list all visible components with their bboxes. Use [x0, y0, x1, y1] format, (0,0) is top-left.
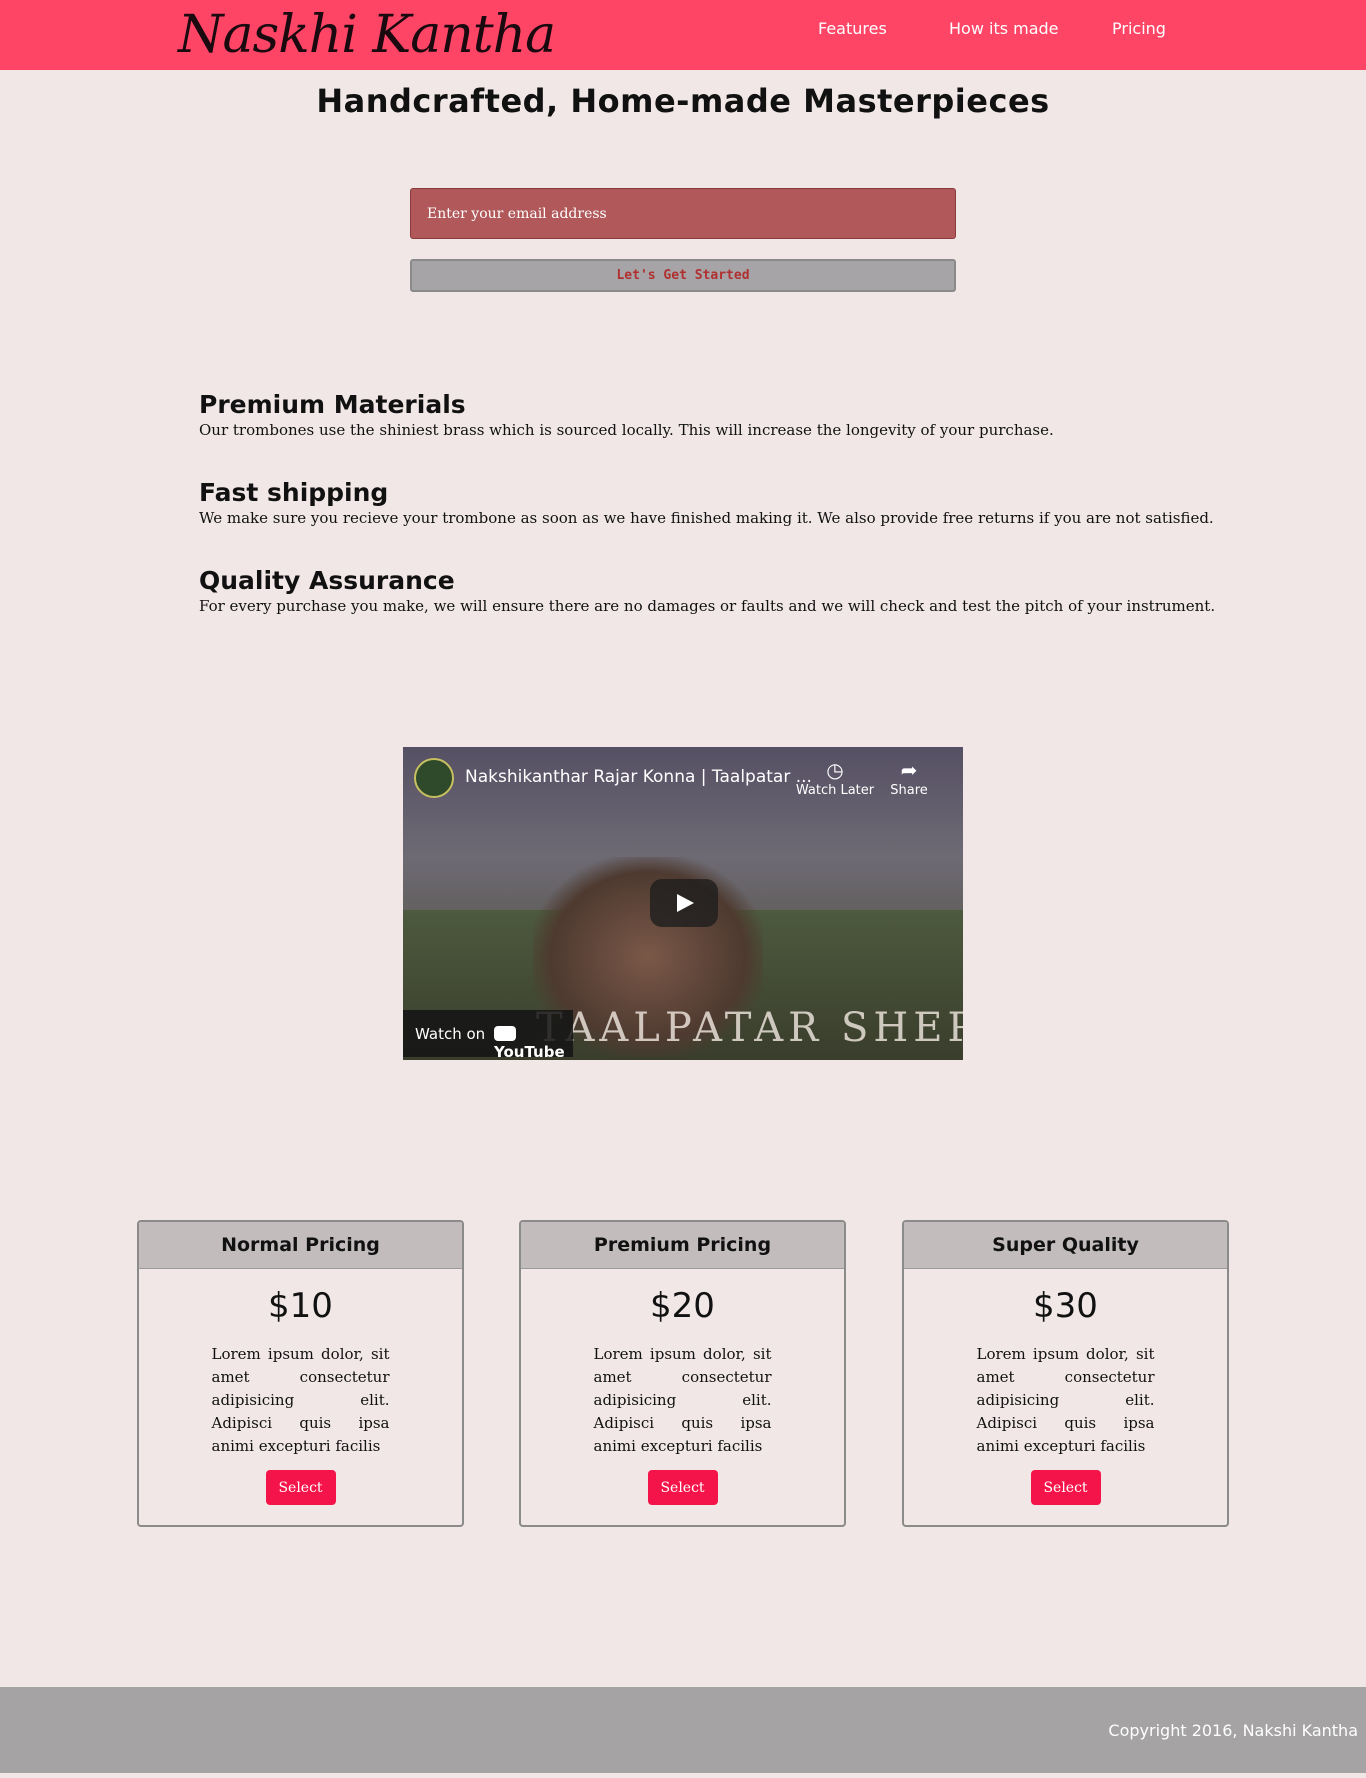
- share-button[interactable]: ➦ Share: [887, 759, 931, 798]
- video-embed[interactable]: TAALPATAR SHEPAI Nakshikanthar Rajar Kon…: [403, 747, 963, 1060]
- site-header: Naskhi Kantha Features How its made Pric…: [0, 0, 1366, 70]
- feature-premium-materials: Premium Materials Our trombones use the …: [199, 390, 1054, 440]
- email-input[interactable]: [410, 188, 956, 239]
- clock-icon: ◷: [826, 758, 844, 782]
- feature-fast-shipping: Fast shipping We make sure you recieve y…: [199, 478, 1214, 528]
- video-overlay-text: TAALPATAR SHEPAI: [536, 1005, 963, 1051]
- feature-quality-assurance: Quality Assurance For every purchase you…: [199, 566, 1215, 616]
- feature-title: Fast shipping: [199, 478, 389, 507]
- pricing-card-price: $30: [1033, 1286, 1098, 1326]
- channel-avatar[interactable]: [414, 758, 454, 798]
- video-title[interactable]: Nakshikanthar Rajar Konna | Taalpatar ..…: [465, 767, 812, 787]
- select-button[interactable]: Select: [1030, 1470, 1101, 1505]
- site-footer: Copyright 2016, Nakshi Kantha: [0, 1687, 1366, 1773]
- share-label: Share: [890, 783, 928, 798]
- get-started-button[interactable]: Let's Get Started: [410, 259, 956, 292]
- feature-title: Premium Materials: [199, 390, 466, 419]
- pricing-card-price: $20: [650, 1286, 715, 1326]
- site-logo[interactable]: Naskhi Kantha: [178, 2, 556, 68]
- feature-text: Our trombones use the shiniest brass whi…: [199, 421, 1054, 439]
- pricing-card-premium: Premium Pricing $20 Lorem ipsum dolor, s…: [519, 1220, 846, 1527]
- watch-on-youtube-button[interactable]: Watch on YouTube: [403, 1010, 573, 1060]
- nav-link-how-its-made[interactable]: How its made: [949, 19, 1059, 38]
- youtube-logo: YouTube: [494, 1025, 573, 1060]
- play-button[interactable]: [650, 879, 718, 927]
- copyright-text: Copyright 2016, Nakshi Kantha: [1108, 1721, 1358, 1740]
- share-icon: ➦: [900, 758, 918, 782]
- nav-link-pricing[interactable]: Pricing: [1112, 19, 1166, 38]
- pricing-card-description: Lorem ipsum dolor, sit amet consectetur …: [976, 1345, 1155, 1455]
- watch-later-button[interactable]: ◷ Watch Later: [795, 759, 875, 798]
- pricing-card-super-quality: Super Quality $30 Lorem ipsum dolor, sit…: [902, 1220, 1229, 1527]
- pricing-card-description: Lorem ipsum dolor, sit amet consectetur …: [211, 1345, 390, 1455]
- nav-link-features[interactable]: Features: [818, 19, 887, 38]
- pricing-card-title: Normal Pricing: [139, 1222, 462, 1269]
- feature-title: Quality Assurance: [199, 566, 455, 595]
- pricing-card-title: Super Quality: [904, 1222, 1227, 1269]
- pricing-card-price: $10: [268, 1286, 333, 1326]
- hero-title: Handcrafted, Home-made Masterpieces: [316, 82, 1050, 120]
- feature-text: For every purchase you make, we will ens…: [199, 597, 1216, 615]
- feature-text: We make sure you recieve your trombone a…: [199, 509, 1214, 527]
- pricing-card-normal: Normal Pricing $10 Lorem ipsum dolor, si…: [137, 1220, 464, 1527]
- select-button[interactable]: Select: [265, 1470, 336, 1505]
- watch-later-label: Watch Later: [795, 783, 875, 798]
- select-button[interactable]: Select: [647, 1470, 718, 1505]
- watch-on-label: Watch on: [415, 1025, 486, 1043]
- pricing-card-title: Premium Pricing: [521, 1222, 844, 1269]
- pricing-card-description: Lorem ipsum dolor, sit amet consectetur …: [593, 1345, 772, 1455]
